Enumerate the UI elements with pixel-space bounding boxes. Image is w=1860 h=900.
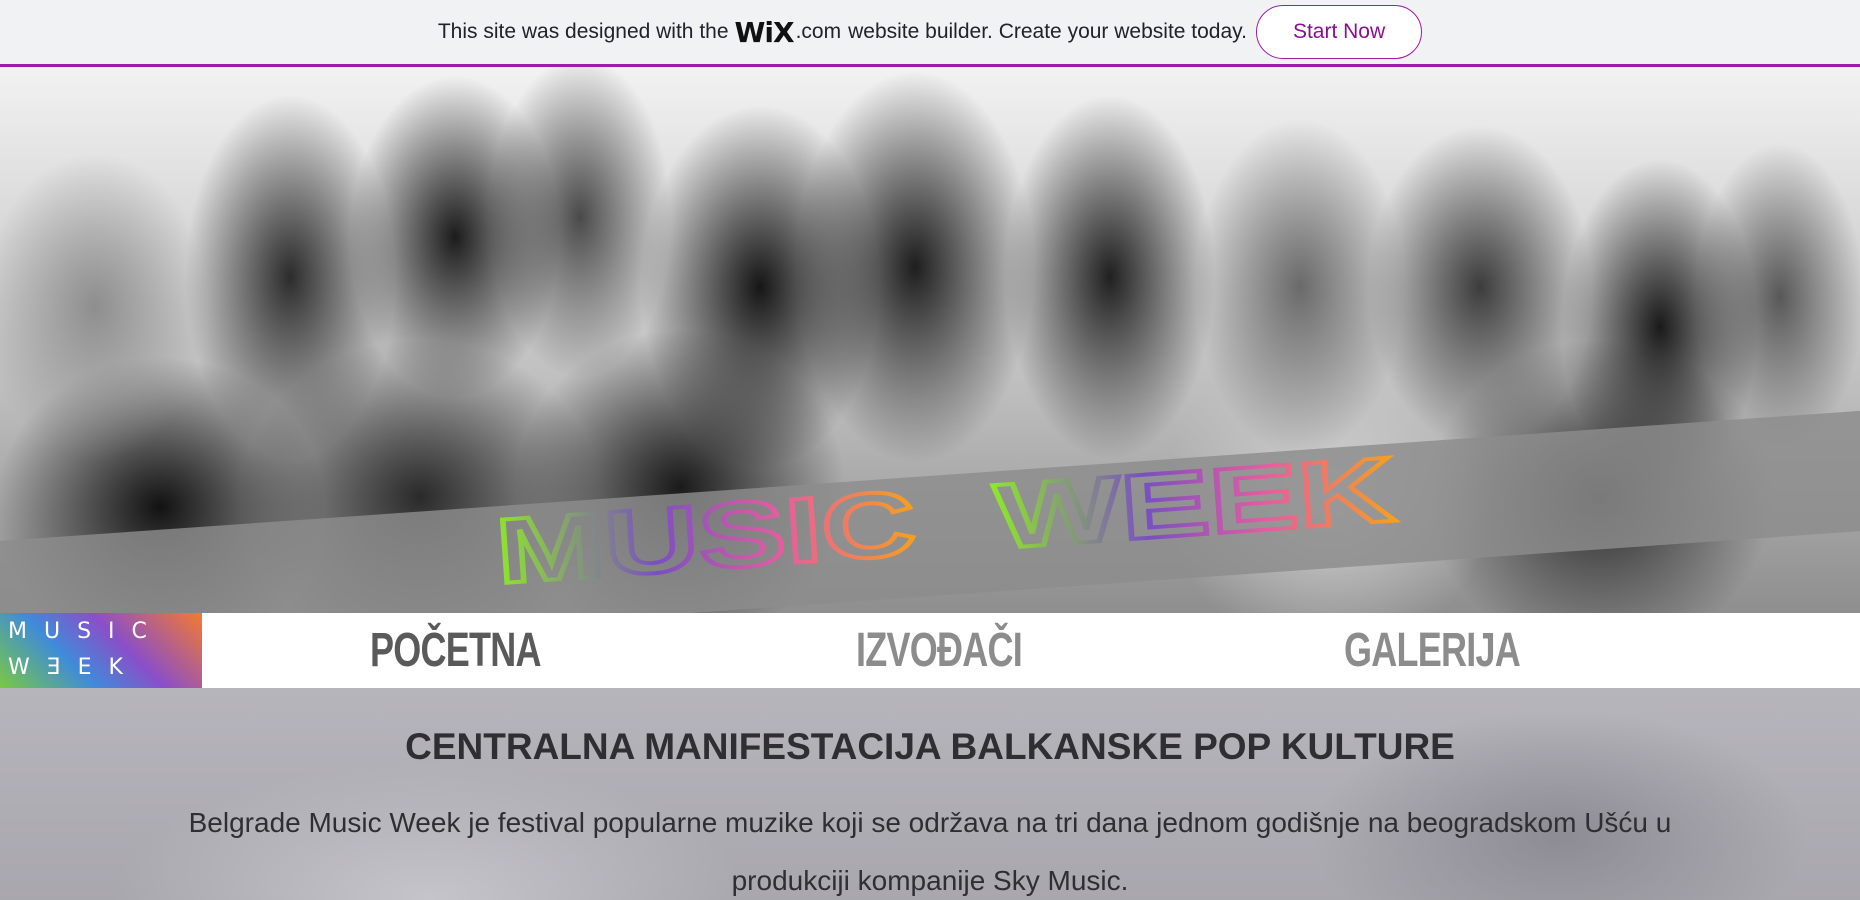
logo-line-music: MUSIC: [8, 619, 164, 644]
wix-logo-suffix: .com: [795, 20, 842, 43]
wix-promo-text: This site was designed with the WiX .com …: [438, 16, 1247, 49]
section-paragraph: Belgrade Music Week je festival popularn…: [188, 807, 1672, 896]
start-now-button[interactable]: Start Now: [1255, 5, 1423, 59]
nav-item-pocetna[interactable]: POČETNA: [370, 613, 542, 688]
main-navigation: MUSIC WƎEK POČETNA IZVOĐAČI GALERIJA: [0, 613, 1860, 688]
section-heading: CENTRALNA MANIFESTACIJA BALKANSKE POP KU…: [405, 726, 1455, 767]
wix-logo: WiX: [734, 15, 795, 49]
wix-promo-banner: This site was designed with the WiX .com …: [0, 0, 1860, 67]
wix-text-before: This site was designed with the: [437, 20, 729, 43]
hero-title-word-week: WEEK: [992, 439, 1398, 569]
music-week-logo[interactable]: MUSIC WƎEK: [0, 613, 202, 688]
music-week-logo-title: MUSIC WEEK: [491, 437, 1400, 606]
logo-line-week: WƎEK: [8, 655, 140, 680]
nav-item-galerija[interactable]: GALERIJA: [1344, 613, 1521, 688]
wix-text-after: website builder. Create your website tod…: [848, 20, 1247, 43]
nav-item-izvodjaci[interactable]: IZVOĐAČI: [856, 613, 1023, 688]
hero-banner-image: MUSIC WEEK: [0, 67, 1860, 613]
intro-section: CENTRALNA MANIFESTACIJA BALKANSKE POP KU…: [0, 688, 1860, 900]
